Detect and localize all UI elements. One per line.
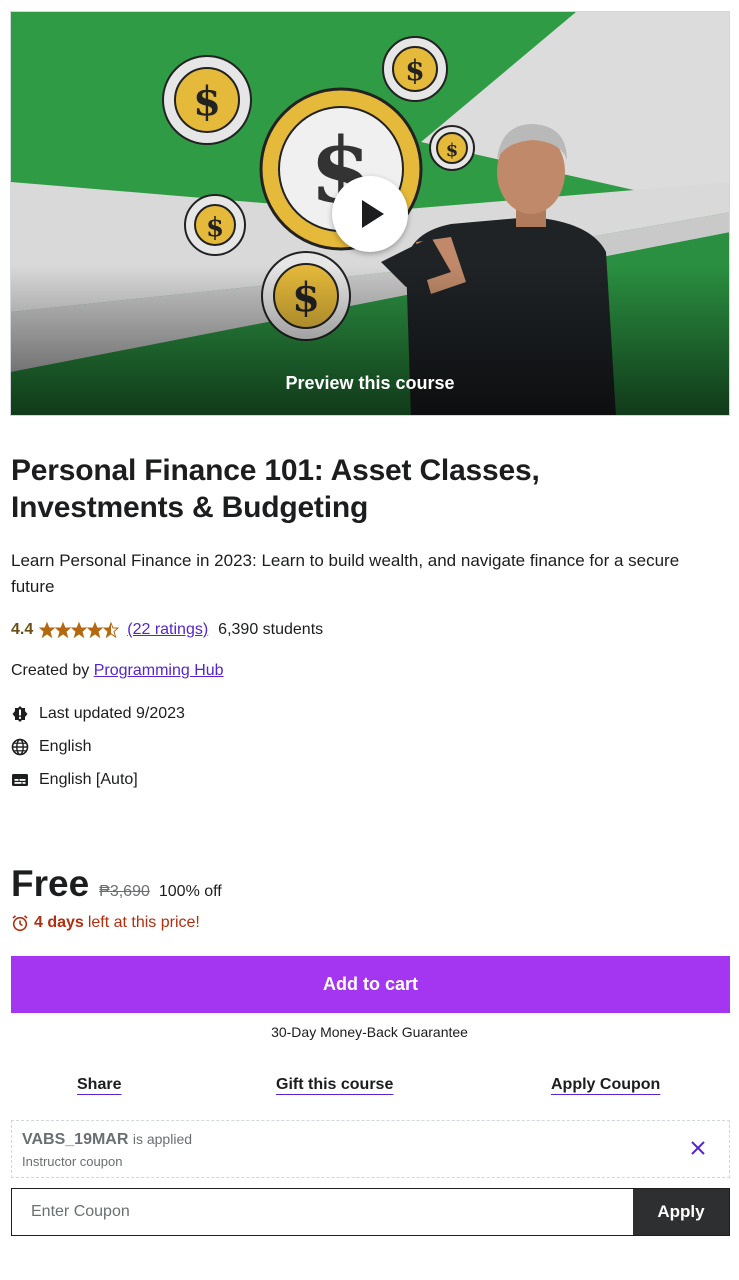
share-button[interactable]: Share (77, 1076, 121, 1094)
instructor-link[interactable]: Programming Hub (94, 662, 224, 679)
globe-icon (11, 738, 29, 756)
language-text: English (39, 738, 92, 755)
rating-row: 4.4 (22 ratings) 6,390 students (11, 619, 323, 641)
play-icon (362, 200, 384, 228)
original-price: ₱3,690 (99, 883, 150, 900)
applied-coupon-box: VABS_19MAR is applied Instructor coupon (11, 1120, 730, 1178)
last-updated-text: Last updated 9/2023 (39, 705, 185, 722)
coupon-apply-button[interactable]: Apply (633, 1189, 729, 1235)
add-to-cart-button[interactable]: Add to cart (11, 956, 730, 1013)
current-price: Free (11, 863, 90, 904)
captions: English [Auto] (11, 771, 138, 789)
svg-text:$: $ (446, 140, 459, 161)
apply-coupon-button[interactable]: Apply Coupon (551, 1076, 660, 1094)
coupon-input[interactable] (12, 1189, 633, 1235)
countdown-days: 4 days (34, 914, 84, 931)
applied-coupon: VABS_19MAR is applied (22, 1131, 192, 1149)
discount-percent: 100% off (158, 883, 222, 900)
ratings-count-link[interactable]: (22 ratings) (127, 621, 208, 639)
coin-icon: $ (429, 125, 475, 171)
coin-icon: $ (382, 36, 448, 102)
gift-course-button[interactable]: Gift this course (276, 1076, 393, 1094)
price-countdown: 4 days left at this price! (11, 914, 200, 932)
language: English (11, 738, 91, 756)
alert-badge-icon (12, 706, 28, 722)
coin-icon: $ (162, 55, 252, 145)
preview-label[interactable]: Preview this course (11, 373, 729, 394)
countdown-text: left at this price! (87, 914, 200, 931)
closed-captions-icon (12, 774, 28, 786)
remove-coupon-close-icon[interactable] (689, 1139, 707, 1157)
course-title: Personal Finance 101: Asset Classes, Inv… (11, 454, 540, 524)
coupon-type: Instructor coupon (22, 1154, 123, 1169)
created-by-label: Created by (11, 662, 90, 679)
svg-text:$: $ (193, 78, 221, 125)
coupon-applied-text: is applied (132, 1131, 193, 1147)
coupon-form: Apply (11, 1188, 730, 1236)
svg-text:$: $ (405, 54, 424, 87)
last-updated: Last updated 9/2023 (11, 705, 185, 723)
captions-text: English [Auto] (39, 771, 138, 788)
course-preview[interactable]: $ $ $ $ $ $ (10, 11, 730, 416)
created-by: Created by Programming Hub (11, 662, 224, 680)
play-button[interactable] (332, 176, 408, 252)
coupon-code: VABS_19MAR (22, 1131, 129, 1148)
money-back-guarantee: 30-Day Money-Back Guarantee (271, 1024, 468, 1040)
svg-text:$: $ (206, 213, 224, 243)
student-count: 6,390 students (218, 621, 324, 638)
alarm-clock-icon (12, 915, 28, 932)
star-rating-icon (39, 622, 121, 638)
coin-icon: $ (184, 194, 246, 256)
price-row: Free ₱3,690 100% off (11, 863, 222, 905)
course-subtitle: Learn Personal Finance in 2023: Learn to… (11, 551, 680, 596)
rating-value: 4.4 (11, 621, 34, 638)
